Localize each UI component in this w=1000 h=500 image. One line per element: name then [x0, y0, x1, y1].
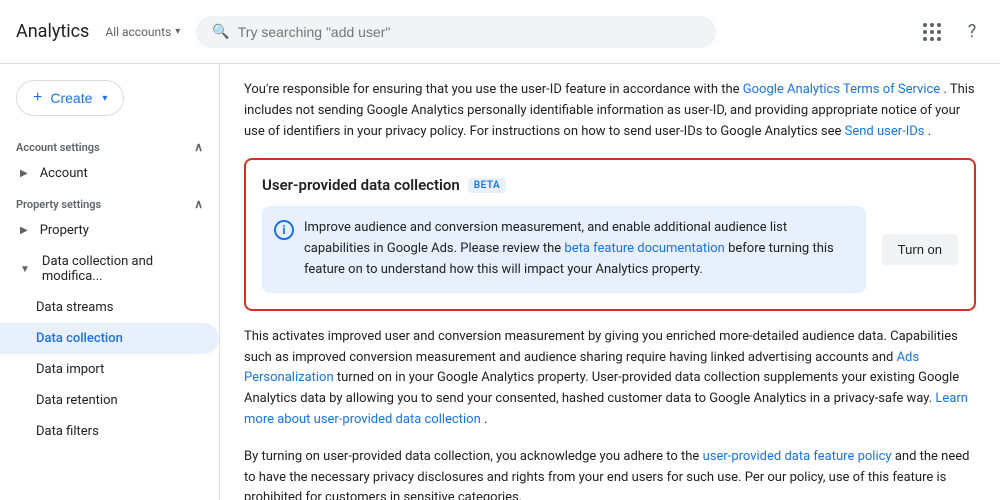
app-header: Analytics All accounts ▾ 🔍 ?	[0, 0, 1000, 64]
data-collection-label: Data collection	[36, 331, 123, 346]
sidebar-subitem-data-collection[interactable]: Data collection	[0, 323, 219, 354]
logo-container: Analytics	[16, 21, 89, 42]
feature-card-header: User-provided data collection BETA	[262, 176, 958, 194]
search-icon: 🔍	[212, 24, 229, 40]
sidebar-item-data-collection[interactable]: ▼ Data collection and modifica...	[0, 246, 219, 292]
send-user-ids-link[interactable]: Send user-IDs	[845, 124, 925, 139]
search-bar[interactable]: 🔍	[196, 16, 716, 48]
data-retention-label: Data retention	[36, 393, 118, 408]
info-icon: i	[274, 220, 294, 240]
data-streams-label: Data streams	[36, 300, 113, 315]
data-collection-item-label: Data collection and modifica...	[42, 254, 203, 284]
property-settings-label: Property settings	[16, 198, 101, 211]
sidebar-subitem-data-import[interactable]: Data import	[0, 354, 219, 385]
sidebar-subitem-data-filters[interactable]: Data filters	[0, 416, 219, 447]
description-paragraph-1: This activates improved user and convers…	[244, 327, 976, 431]
description-paragraph-2: By turning on user-provided data collect…	[244, 447, 976, 500]
create-label: Create	[50, 90, 92, 106]
chevron-down-icon: ▾	[175, 26, 180, 37]
plus-icon: +	[33, 89, 42, 107]
feature-card-title: User-provided data collection	[262, 176, 460, 194]
turn-on-button[interactable]: Turn on	[882, 234, 958, 265]
data-filters-label: Data filters	[36, 424, 99, 439]
create-button[interactable]: + Create ▾	[16, 80, 124, 116]
grid-dots-icon	[923, 23, 941, 41]
property-item-label: Property	[40, 223, 89, 238]
beta-feature-link[interactable]: beta feature documentation	[564, 241, 724, 256]
expand-arrow-icon: ▶	[20, 168, 28, 179]
info-description: Improve audience and conversion measurem…	[304, 218, 854, 280]
account-settings-section: Account settings ∧	[0, 132, 219, 158]
dropdown-arrow-icon: ▾	[102, 93, 107, 104]
intro-paragraph: You're responsible for ensuring that you…	[244, 80, 976, 142]
info-section: i Improve audience and conversion measur…	[262, 206, 866, 292]
apps-icon[interactable]	[920, 20, 944, 44]
terms-link[interactable]: Google Analytics Terms of Service	[743, 82, 940, 97]
app-title: Analytics	[16, 21, 89, 42]
main-content: You're responsible for ensuring that you…	[220, 64, 1000, 500]
account-label: All accounts	[105, 25, 171, 39]
chevron-up-icon[interactable]: ∧	[194, 140, 203, 154]
chevron-up-icon-2[interactable]: ∧	[194, 197, 203, 211]
sidebar-subitem-data-retention[interactable]: Data retention	[0, 385, 219, 416]
user-provided-data-card: User-provided data collection BETA i Imp…	[244, 158, 976, 310]
sidebar: + Create ▾ Account settings ∧ ▶ Account …	[0, 64, 220, 500]
account-selector[interactable]: All accounts ▾	[105, 25, 180, 39]
data-feature-policy-link[interactable]: user-provided data feature policy	[703, 449, 892, 464]
feature-card-body: i Improve audience and conversion measur…	[262, 206, 958, 292]
account-settings-label: Account settings	[16, 141, 100, 154]
expand-arrow-icon-2: ▶	[20, 225, 28, 236]
sidebar-subitem-data-streams[interactable]: Data streams	[0, 292, 219, 323]
expand-arrow-icon-3: ▼	[20, 264, 30, 275]
body-container: + Create ▾ Account settings ∧ ▶ Account …	[0, 64, 1000, 500]
sidebar-item-account[interactable]: ▶ Account	[0, 158, 219, 189]
beta-badge: BETA	[468, 178, 506, 193]
help-icon[interactable]: ?	[960, 20, 984, 44]
header-actions: ?	[920, 20, 984, 44]
search-input[interactable]	[238, 24, 701, 40]
data-import-label: Data import	[36, 362, 104, 377]
property-settings-section: Property settings ∧	[0, 189, 219, 215]
sidebar-item-property[interactable]: ▶ Property	[0, 215, 219, 246]
account-item-label: Account	[40, 166, 88, 181]
